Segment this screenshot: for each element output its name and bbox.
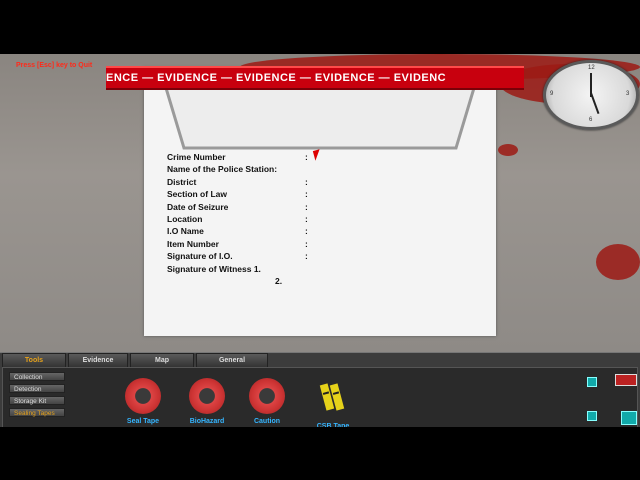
form-colon: : (305, 176, 308, 187)
form-label: Crime Number (167, 152, 226, 162)
toolbox-tabs: Tools Evidence Map General (2, 353, 270, 368)
quit-hint: Press [Esc] key to Quit (16, 62, 93, 69)
evidence-tape: ENCE — EVIDENCE — EVIDENCE — EVIDENCE — … (106, 66, 524, 90)
tool-csb-tape[interactable]: CSB Tape (303, 378, 363, 430)
tab-evidence[interactable]: Evidence (68, 353, 128, 368)
blood-stain (498, 144, 518, 156)
tape-roll-icon (249, 378, 285, 414)
tool-label: Caution (253, 418, 281, 425)
close-button[interactable] (615, 374, 637, 386)
form-label: Signature of I.O. (167, 251, 233, 262)
category-storage-kit[interactable]: Storage Kit (9, 396, 65, 405)
form-colon: : (305, 238, 308, 249)
blood-stain (596, 244, 640, 280)
tool-seal-tape[interactable]: Seal Tape (113, 378, 173, 425)
inventory-icon[interactable] (621, 411, 637, 425)
category-collection[interactable]: Collection (9, 372, 65, 381)
compass-clock-icon: 12 3 6 9 (543, 60, 639, 130)
csb-tape-icon (319, 383, 345, 411)
tab-map[interactable]: Map (130, 353, 194, 368)
form-colon: : (305, 251, 308, 262)
tab-tools[interactable]: Tools (2, 353, 66, 368)
tool-label: Seal Tape (126, 418, 160, 425)
tape-roll-icon (189, 378, 225, 414)
form-label: Name of the Police Station: (167, 164, 278, 175)
form-colon: : (305, 213, 308, 224)
form-colon: : (305, 152, 308, 162)
form-label: 2. (275, 275, 283, 286)
toolbox-panel: Tools Evidence Map General Collection De… (0, 352, 640, 430)
form-colon: : (305, 226, 308, 237)
toolbox-body: Collection Detection Storage Kit Sealing… (2, 367, 638, 430)
form-label: Signature of Witness 1. (167, 263, 261, 274)
form-label: Location (167, 213, 203, 224)
tool-label: BioHazard (189, 418, 225, 425)
tape-roll-icon (125, 378, 161, 414)
form-label: Section of Law (167, 189, 227, 200)
form-label: Item Number (167, 238, 219, 249)
form-label: District (167, 176, 197, 187)
clock-mark: 9 (550, 91, 554, 97)
clock-mark: 6 (589, 117, 593, 123)
clock-hand (590, 92, 600, 115)
tab-general[interactable]: General (196, 353, 268, 368)
tool-biohazard[interactable]: BioHazard (177, 378, 237, 425)
form-colon: : (305, 201, 308, 212)
category-sealing-tapes[interactable]: Sealing Tapes (9, 408, 65, 417)
clock-mark: 12 (588, 65, 595, 71)
letterbox-bar (0, 427, 640, 480)
form-colon: : (305, 189, 308, 200)
game-scene: Press [Esc] key to Quit 12 3 6 9 (0, 54, 640, 354)
form-label: Date of Seizure (167, 201, 229, 212)
form-label: I.O Name (167, 226, 204, 237)
clock-mark: 3 (626, 91, 630, 97)
evidence-tape-text: ENCE — EVIDENCE — EVIDENCE — EVIDENCE — … (106, 72, 447, 84)
scroll-down-icon[interactable] (587, 411, 597, 421)
scroll-up-icon[interactable] (587, 377, 597, 387)
tool-caution[interactable]: Caution (237, 378, 297, 425)
category-detection[interactable]: Detection (9, 384, 65, 393)
